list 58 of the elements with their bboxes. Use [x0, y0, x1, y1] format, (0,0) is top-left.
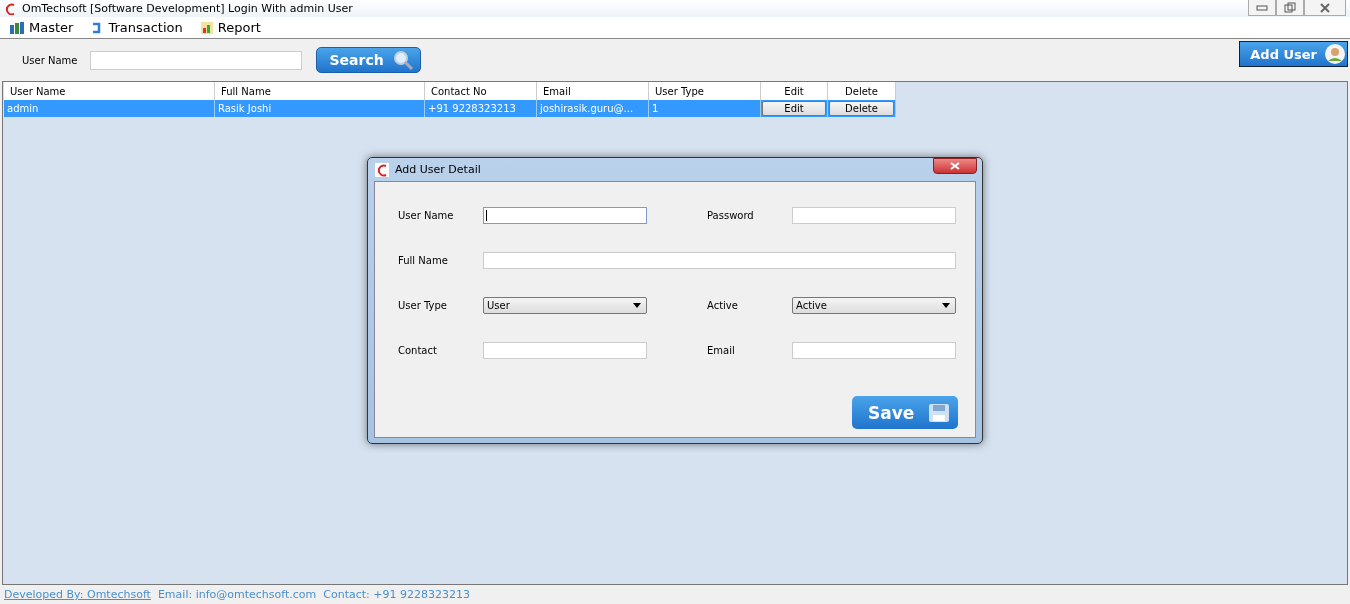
search-field[interactable] [90, 50, 303, 70]
field-label: User Type [398, 299, 448, 311]
field-label: Password [707, 209, 755, 221]
table-row[interactable]: admin Rasik Joshi +91 9228323213 joshirasik.guru@... 1 Edit Delete [4, 100, 896, 117]
menu-item[interactable]: Master [10, 20, 74, 35]
table-cell: admin [4, 100, 215, 117]
column-header: Edit [760, 82, 828, 100]
input-field[interactable] [792, 206, 956, 224]
window-title: OmTechsoft [Software Development] Login With admin User [22, 2, 353, 15]
add-user-button[interactable]: Add User [1239, 41, 1348, 67]
input-field[interactable] [483, 251, 956, 269]
app-logo-icon [4, 2, 16, 15]
user-name-label: User Name [22, 54, 78, 66]
menu-item[interactable]: Report [200, 20, 261, 35]
app-logo-icon [375, 162, 389, 177]
search-button[interactable]: Search [316, 47, 421, 73]
avatar-icon [1325, 44, 1345, 64]
field-label: Active [707, 299, 739, 311]
grid-icon [10, 21, 24, 34]
table-cell: joshirasik.guru@... [536, 100, 649, 117]
close-icon [1319, 1, 1331, 14]
column-header: Delete [827, 82, 896, 100]
table-cell: +91 9228323213 [424, 100, 537, 117]
dialog-title: Add User Detail [395, 163, 481, 176]
chart-icon [200, 21, 213, 34]
input-field[interactable] [792, 341, 956, 359]
field-label: Email [707, 344, 736, 356]
table-cell: 1 [648, 100, 761, 117]
field-label: Contact [398, 344, 438, 356]
email-text: Email: info@omtechsoft.com [157, 588, 317, 601]
dropdown-arrow-icon [633, 302, 641, 308]
save-button[interactable]: Save [852, 396, 958, 429]
close-button[interactable] [933, 158, 977, 174]
minimize-button[interactable] [1248, 0, 1276, 16]
field-label: User Name [398, 209, 455, 221]
edit-button[interactable]: Edit [762, 101, 826, 116]
restore-icon [1284, 1, 1296, 14]
restore-button[interactable] [1276, 0, 1304, 16]
column-header: User Name [4, 82, 215, 100]
dropdown-arrow-icon [942, 302, 950, 308]
input-field[interactable] [483, 341, 647, 359]
field-label: Full Name [398, 254, 449, 266]
table-cell: Rasik Joshi [214, 100, 425, 117]
dropdown[interactable]: Active [792, 296, 956, 314]
column-header: User Type [648, 82, 761, 100]
minimize-icon [1256, 4, 1268, 11]
delete-button[interactable]: Delete [829, 101, 894, 116]
floppy-icon [928, 402, 950, 423]
contact-text: Contact: +91 9228323213 [323, 588, 470, 601]
menu-item[interactable]: Transaction [91, 20, 183, 35]
dropdown[interactable]: User [483, 296, 647, 314]
input-field[interactable] [483, 206, 647, 224]
column-header: Contact No [424, 82, 537, 100]
close-button[interactable] [1304, 0, 1346, 16]
search-icon [391, 50, 414, 70]
column-header: Full Name [214, 82, 425, 100]
close-icon [950, 162, 960, 170]
column-header: Email [536, 82, 649, 100]
